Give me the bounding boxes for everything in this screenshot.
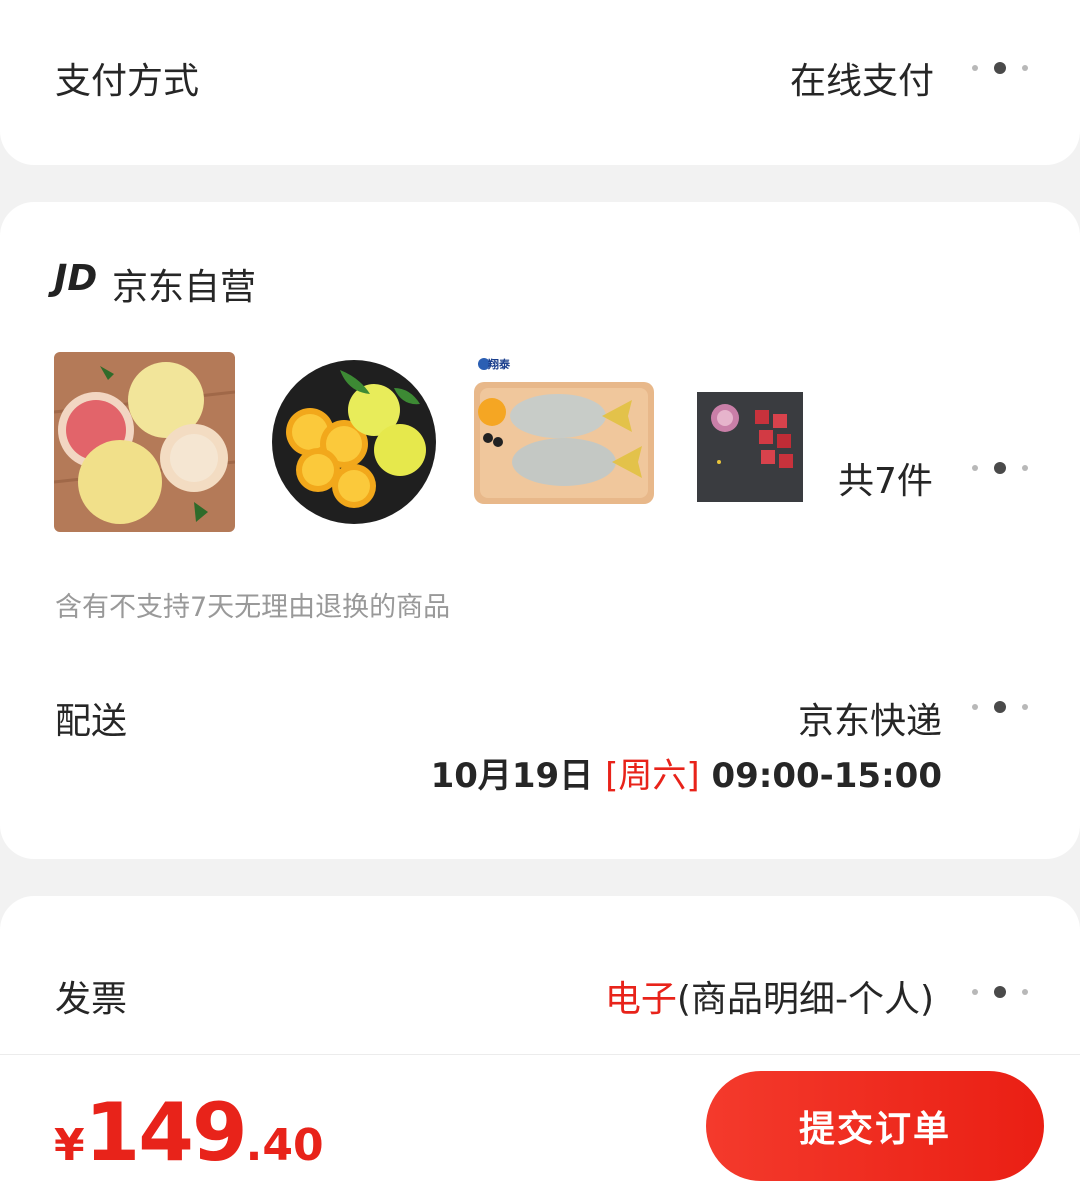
product-thumb-orange[interactable]: [270, 358, 438, 526]
more-icon[interactable]: [972, 699, 1028, 715]
delivery-carrier[interactable]: 京东快递: [798, 692, 942, 744]
delivery-time: 09:00-15:00: [711, 756, 942, 796]
invoice-value: 电子(商品明细-个人): [605, 970, 934, 1022]
currency-symbol: ¥: [54, 1120, 85, 1171]
product-thumb-fish[interactable]: 翔泰: [474, 356, 654, 504]
payment-method-label: 支付方式: [55, 61, 200, 102]
diced-meat-image: [697, 392, 803, 502]
price-decimal: .40: [245, 1120, 324, 1171]
payment-method-value: 在线支付: [789, 61, 934, 102]
product-thumb-meat[interactable]: [697, 392, 803, 502]
pompano-fish-image: [474, 358, 654, 504]
orange-image: [272, 360, 436, 524]
more-icon[interactable]: [972, 984, 1028, 1000]
submit-order-button[interactable]: 提交订单: [706, 1071, 1044, 1181]
delivery-date: 10月19日: [430, 756, 594, 796]
total-price: ¥149.40: [54, 1086, 324, 1179]
invoice-label: 发票: [55, 979, 128, 1020]
product-thumb-pomelo[interactable]: [54, 352, 235, 532]
item-count[interactable]: 共7件: [838, 452, 933, 504]
more-icon[interactable]: [972, 460, 1028, 476]
delivery-weekday: [周六]: [605, 756, 700, 796]
invoice-type: 电子: [604, 979, 677, 1020]
shop-card: JD 京东自营 翔泰 共7件 含有不支持7天无理由退换的商品 配送 京东快递 1…: [0, 202, 1080, 859]
shop-name: 京东自营: [112, 267, 257, 308]
pomelo-image: [54, 352, 235, 532]
delivery-label: 配送: [55, 701, 128, 742]
return-policy-notice: 含有不支持7天无理由退换的商品: [55, 592, 451, 623]
brand-badge: 翔泰: [488, 358, 510, 371]
price-integer: 149: [84, 1086, 248, 1179]
invoice-card[interactable]: 发票 电子(商品明细-个人): [0, 896, 1080, 1066]
invoice-detail: (商品明细-个人): [676, 979, 934, 1020]
jd-logo: JD: [54, 258, 98, 299]
payment-card[interactable]: 支付方式 在线支付: [0, 0, 1080, 165]
delivery-slot[interactable]: 10月19日 [周六] 09:00-15:00: [431, 748, 942, 797]
more-icon[interactable]: [972, 60, 1028, 76]
